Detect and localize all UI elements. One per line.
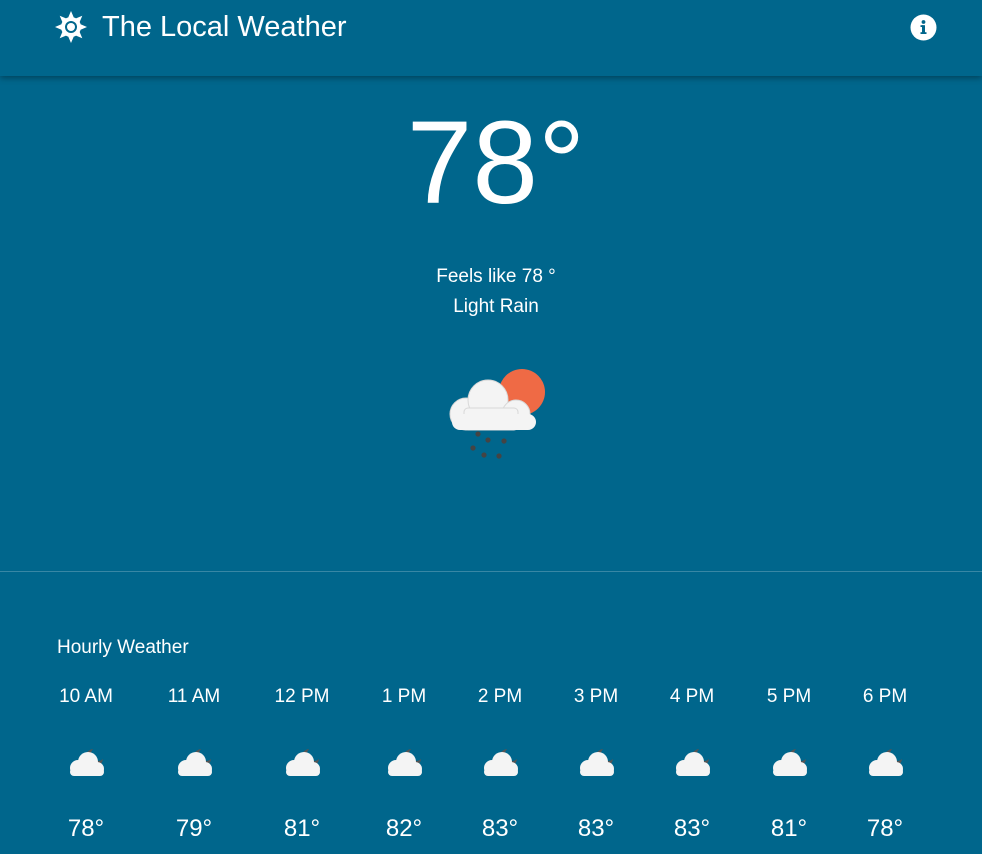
- hour-time: 3 PM: [573, 686, 619, 707]
- hour-time: 10 AM: [59, 686, 113, 707]
- cloud-moon-icon: [863, 746, 909, 780]
- hourly-item: 11 AM 79°: [144, 684, 244, 854]
- cloud-moon-icon: [767, 746, 813, 780]
- hour-time: 6 PM: [862, 686, 908, 707]
- hour-time: 11 AM: [167, 686, 221, 707]
- hour-time: 1 PM: [381, 686, 427, 707]
- hour-temperature: 81°: [770, 815, 808, 842]
- cloud-moon-icon: [64, 746, 110, 780]
- hourly-item: 2 PM 83°: [450, 684, 550, 854]
- hour-temperature: 79°: [175, 815, 213, 842]
- cloud-moon-icon: [478, 746, 524, 780]
- sun-gear-icon: [55, 11, 87, 43]
- hourly-item: 10 AM 78°: [36, 684, 136, 854]
- condition-text: Light Rain: [453, 296, 539, 317]
- hourly-item: 1 PM 82°: [354, 684, 454, 854]
- current-weather: 78° Feels like 78 ° Light Rain: [0, 76, 982, 571]
- hour-temperature: 83°: [673, 815, 711, 842]
- cloud-moon-icon: [670, 746, 716, 780]
- hour-time: 4 PM: [669, 686, 715, 707]
- current-temperature: 78°: [406, 97, 586, 229]
- section-divider: [0, 571, 982, 572]
- hour-temperature: 83°: [577, 815, 615, 842]
- hour-time: 12 PM: [274, 686, 330, 707]
- info-icon[interactable]: [910, 14, 937, 41]
- app-title: The Local Weather: [102, 11, 347, 43]
- cloud-moon-icon: [382, 746, 428, 780]
- feels-like-text: Feels like 78 °: [436, 266, 556, 287]
- hourly-item: 5 PM 81°: [739, 684, 839, 854]
- cloud-moon-icon: [280, 746, 326, 780]
- hour-temperature: 81°: [283, 815, 321, 842]
- cloud-moon-icon: [172, 746, 218, 780]
- hour-temperature: 82°: [385, 815, 423, 842]
- hour-time: 2 PM: [477, 686, 523, 707]
- hour-temperature: 83°: [481, 815, 519, 842]
- hourly-item: 4 PM 83°: [642, 684, 742, 854]
- hour-time: 5 PM: [766, 686, 812, 707]
- hour-temperature: 78°: [67, 815, 105, 842]
- cloud-sun-rain-icon: [449, 369, 545, 459]
- app-bar: The Local Weather: [0, 0, 982, 76]
- hourly-item: 12 PM 81°: [252, 684, 352, 854]
- hour-temperature: 78°: [866, 815, 904, 842]
- hourly-item: 3 PM 83°: [546, 684, 646, 854]
- hourly-weather-title: Hourly Weather: [57, 637, 189, 658]
- hourly-item: 6 PM 78°: [835, 684, 935, 854]
- cloud-moon-icon: [574, 746, 620, 780]
